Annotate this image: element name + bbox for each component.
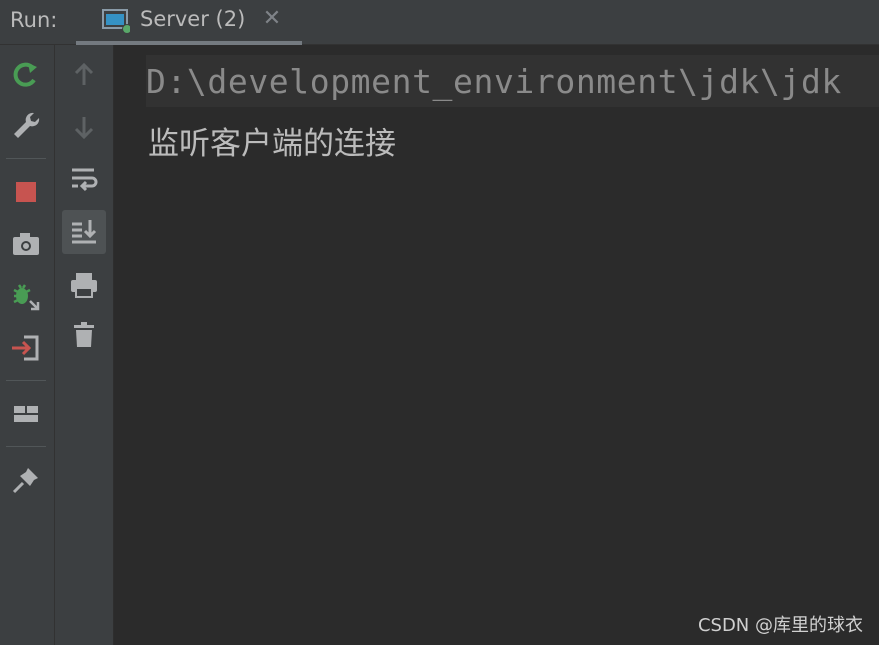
run-label: Run: — [10, 8, 58, 32]
toolbar-separator — [6, 158, 46, 159]
run-actions-toolbar — [0, 45, 55, 645]
console-actions-toolbar — [55, 45, 114, 645]
pin-icon[interactable] — [6, 460, 46, 500]
server-window-icon — [102, 8, 132, 34]
command-line-text: D:\development_environment\jdk\jdk — [146, 62, 842, 101]
login-arrow-icon[interactable] — [6, 328, 46, 368]
tab-label: Server (2) — [140, 7, 246, 31]
layout-icon[interactable] — [6, 394, 46, 434]
rerun-icon[interactable] — [6, 55, 46, 95]
scroll-to-end-icon[interactable] — [62, 210, 106, 254]
soft-wrap-icon[interactable] — [64, 159, 104, 199]
command-line-row: D:\development_environment\jdk\jdk — [146, 55, 879, 107]
camera-icon[interactable] — [6, 224, 46, 264]
run-toolbar: Run: Server (2) ✕ — [0, 0, 879, 45]
close-icon[interactable]: ✕ — [262, 8, 282, 30]
down-arrow-icon[interactable] — [64, 107, 104, 147]
wrench-icon[interactable] — [6, 105, 46, 145]
stop-icon[interactable] — [6, 172, 46, 212]
tab-server[interactable]: Server (2) ✕ — [76, 0, 302, 45]
console-output[interactable]: D:\development_environment\jdk\jdk 监听客户端… — [114, 45, 879, 645]
toolbar-separator — [6, 380, 46, 381]
up-arrow-icon[interactable] — [64, 55, 104, 95]
watermark: CSDN @库里的球衣 — [697, 615, 863, 636]
toolbar-separator — [6, 446, 46, 447]
debug-export-icon[interactable] — [6, 276, 46, 316]
print-icon[interactable] — [64, 265, 104, 305]
output-line: 监听客户端的连接 — [148, 126, 396, 162]
trash-icon[interactable] — [64, 315, 104, 355]
